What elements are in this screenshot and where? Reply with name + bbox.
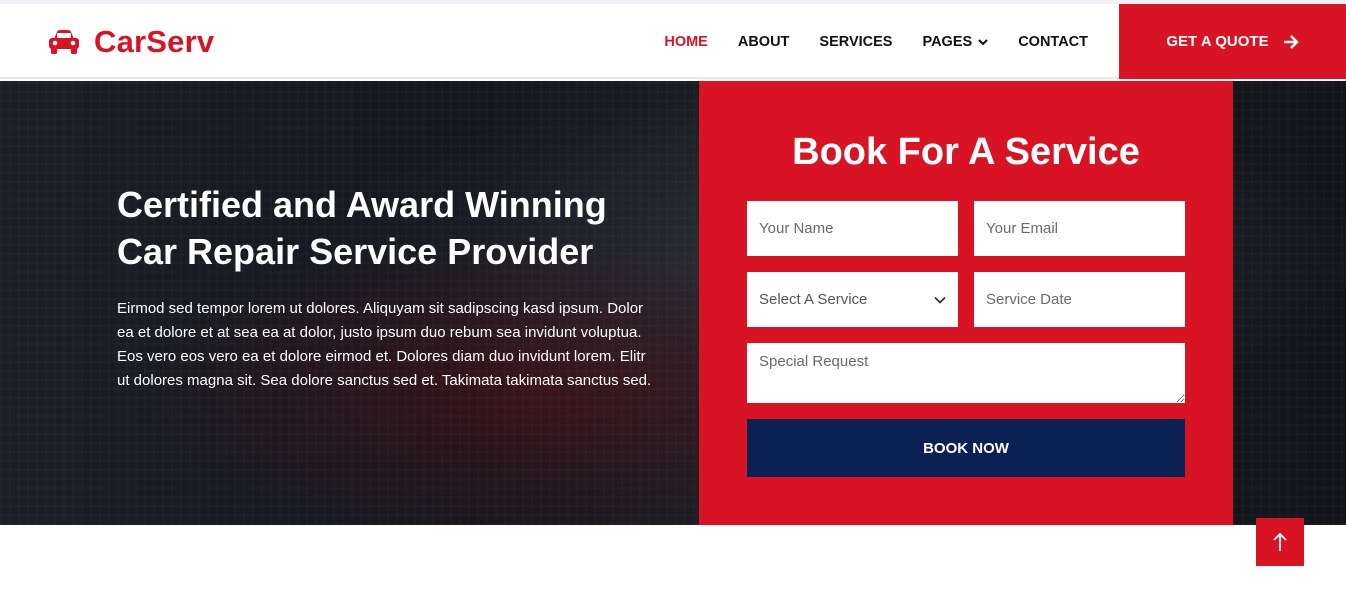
nav-item-pages-label: PAGES — [922, 33, 973, 50]
nav-item-services[interactable]: SERVICES — [819, 34, 892, 50]
get-quote-button[interactable]: GET A QUOTE — [1119, 4, 1346, 79]
special-request-textarea[interactable] — [747, 343, 1185, 403]
brand-name: CarServ — [94, 24, 215, 59]
book-now-button[interactable]: BOOK NOW — [747, 419, 1185, 477]
chevron-down-icon — [934, 296, 946, 304]
main-menu: HOME ABOUT SERVICES PAGES CONTACT — [634, 4, 1088, 79]
brand-logo[interactable]: CarServ — [48, 22, 214, 62]
hero-title-line1: Certified and Award Winning — [117, 184, 607, 225]
nav-item-about[interactable]: ABOUT — [738, 34, 790, 50]
hero-title: Certified and Award Winning Car Repair S… — [117, 181, 677, 275]
service-date-input[interactable] — [974, 272, 1185, 327]
get-quote-label: GET A QUOTE — [1166, 33, 1269, 50]
hero-section: Certified and Award Winning Car Repair S… — [0, 81, 1346, 525]
arrow-right-icon — [1283, 34, 1299, 49]
arrow-up-icon — [1273, 532, 1287, 551]
service-select-value: Select A Service — [759, 291, 868, 308]
service-select[interactable]: Select A Service — [747, 272, 958, 327]
car-icon — [49, 30, 79, 54]
nav-item-contact[interactable]: CONTACT — [1018, 34, 1088, 50]
hero-title-line2: Car Repair Service Provider — [117, 231, 594, 272]
name-input[interactable] — [747, 201, 958, 256]
booking-title: Book For A Service — [792, 131, 1140, 173]
navbar: CarServ HOME ABOUT SERVICES PAGES CONTAC… — [0, 4, 1346, 79]
nav-item-pages[interactable]: PAGES — [922, 34, 988, 50]
email-input[interactable] — [974, 201, 1185, 256]
chevron-down-icon — [978, 38, 988, 45]
nav-item-home[interactable]: HOME — [664, 34, 708, 50]
booking-form-panel: Book For A Service Select A Service BOOK… — [699, 81, 1233, 525]
back-to-top-button[interactable] — [1256, 518, 1304, 566]
hero-description: Eirmod sed tempor lorem ut dolores. Aliq… — [117, 300, 652, 389]
